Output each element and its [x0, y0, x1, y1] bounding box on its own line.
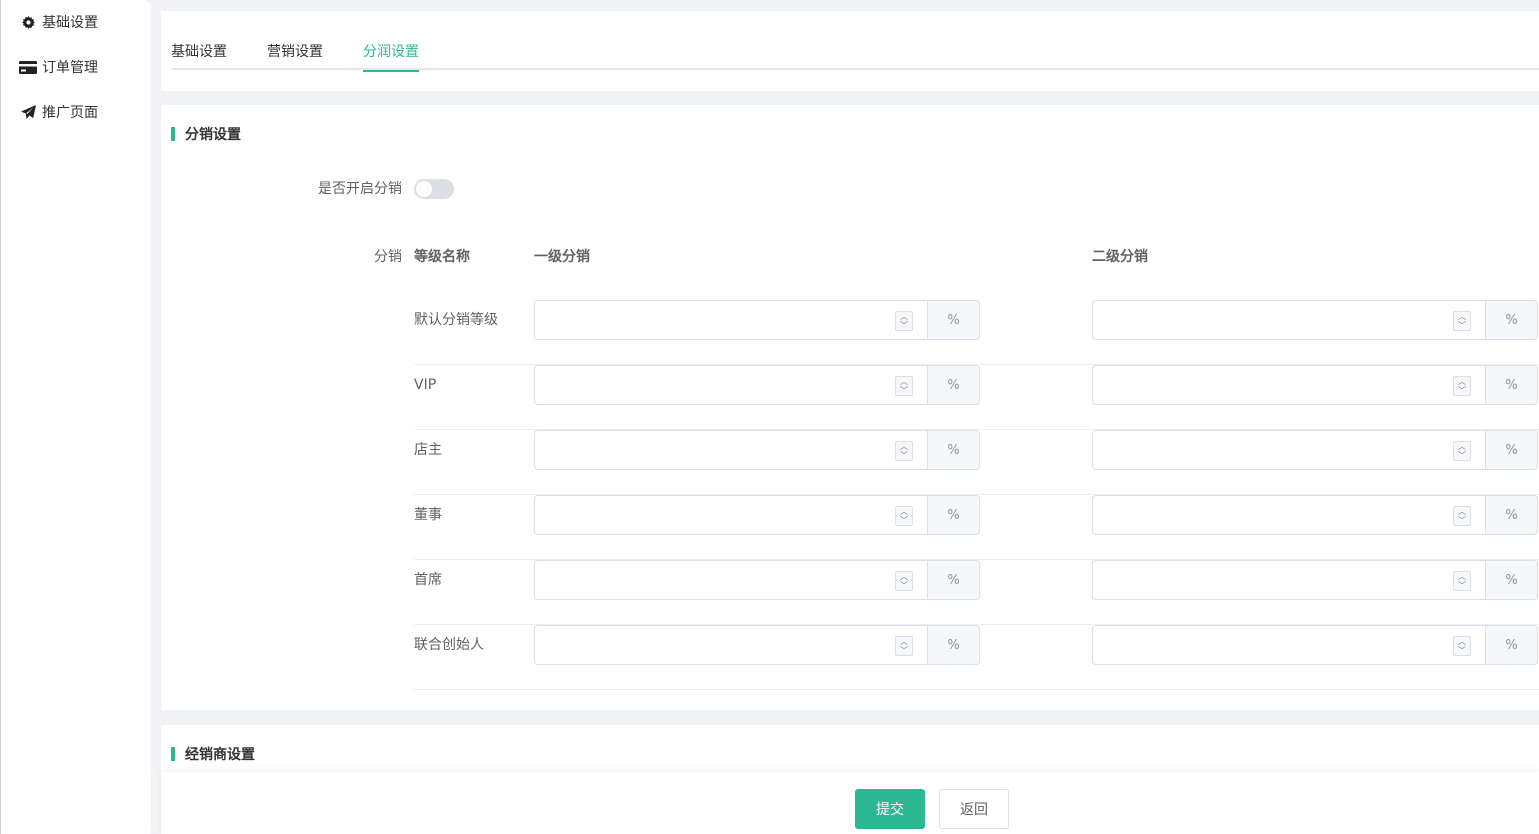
first-level-rate: ︿ ﹀ %	[534, 365, 980, 405]
first-level-rate: ︿ ﹀ %	[534, 430, 980, 470]
sidebar-item-basic-settings[interactable]: 基础设置	[19, 10, 98, 34]
stepper-icon[interactable]: ︿ ﹀	[895, 311, 913, 331]
second-level-rate: ︿ ﹀ %	[1092, 300, 1538, 340]
first-level-input[interactable]: ︿ ﹀	[534, 495, 927, 535]
first-level-input[interactable]: ︿ ﹀	[534, 365, 927, 405]
second-level-input[interactable]: ︿ ﹀	[1092, 365, 1485, 405]
stepper-icon[interactable]: ︿ ﹀	[895, 376, 913, 396]
form-footer: 提交 返回	[161, 772, 1539, 834]
gear-icon	[19, 15, 37, 29]
percent-unit: %	[927, 365, 980, 405]
second-level-input[interactable]: ︿ ﹀	[1092, 625, 1485, 665]
percent-unit: %	[927, 300, 980, 340]
section-title-text: 分销设置	[185, 127, 241, 143]
second-level-rate: ︿ ﹀ %	[1092, 495, 1538, 535]
enable-distribution-switch[interactable]	[414, 179, 454, 199]
submit-button[interactable]: 提交	[855, 789, 925, 829]
second-level-input[interactable]: ︿ ﹀	[1092, 560, 1485, 600]
percent-unit: %	[927, 625, 980, 665]
percent-unit: %	[1485, 560, 1538, 600]
stepper-icon[interactable]: ︿ ﹀	[1453, 571, 1471, 591]
stepper-icon[interactable]: ︿ ﹀	[895, 506, 913, 526]
second-level-input[interactable]: ︿ ﹀	[1092, 430, 1485, 470]
percent-unit: %	[1485, 430, 1538, 470]
first-level-rate: ︿ ﹀ %	[534, 300, 980, 340]
second-level-rate: ︿ ﹀ %	[1092, 625, 1538, 665]
section-title-text: 经销商设置	[185, 747, 255, 763]
first-level-input[interactable]: ︿ ﹀	[534, 560, 927, 600]
percent-unit: %	[1485, 495, 1538, 535]
tab-basic-settings[interactable]: 基础设置	[171, 41, 227, 70]
stepper-icon[interactable]: ︿ ﹀	[895, 441, 913, 461]
sidebar-item-label: 基础设置	[42, 15, 98, 31]
sidebar-item-order-management[interactable]: 订单管理	[19, 55, 98, 79]
enable-distribution-label: 是否开启分销	[318, 181, 402, 197]
section-title: 分销设置	[171, 126, 241, 143]
tabs-card: 基础设置 营销设置 分润设置	[161, 11, 1539, 91]
section-accent-bar	[171, 127, 175, 141]
switch-knob	[416, 181, 432, 197]
first-level-input[interactable]: ︿ ﹀	[534, 300, 927, 340]
table-row: 联合创始人 ︿ ﹀ % ︿ ﹀ %	[414, 625, 1539, 690]
first-level-rate: ︿ ﹀ %	[534, 495, 980, 535]
level-name: 首席	[414, 572, 442, 588]
second-level-rate: ︿ ﹀ %	[1092, 560, 1538, 600]
paper-plane-icon	[19, 104, 37, 120]
col-head-first-level: 一级分销	[534, 249, 590, 265]
stepper-icon[interactable]: ︿ ﹀	[1453, 636, 1471, 656]
stepper-icon[interactable]: ︿ ﹀	[895, 636, 913, 656]
percent-unit: %	[1485, 625, 1538, 665]
percent-unit: %	[927, 430, 980, 470]
table-row: 董事 ︿ ﹀ % ︿ ﹀ %	[414, 495, 1539, 560]
percent-unit: %	[1485, 365, 1538, 405]
sidebar-item-label: 推广页面	[42, 105, 98, 121]
first-level-rate: ︿ ﹀ %	[534, 625, 980, 665]
first-level-input[interactable]: ︿ ﹀	[534, 625, 927, 665]
col-head-level-name: 等级名称	[414, 249, 470, 265]
sidebar-item-promo-page[interactable]: 推广页面	[19, 100, 98, 124]
section-accent-bar	[171, 747, 175, 761]
first-level-rate: ︿ ﹀ %	[534, 560, 980, 600]
back-button[interactable]: 返回	[939, 789, 1009, 829]
tab-bar: 基础设置 营销设置 分润设置	[171, 41, 1539, 72]
sidebar-item-label: 订单管理	[42, 60, 98, 76]
section-title: 经销商设置	[171, 746, 255, 763]
level-name: 董事	[414, 507, 442, 523]
stepper-icon[interactable]: ︿ ﹀	[1453, 376, 1471, 396]
percent-unit: %	[927, 495, 980, 535]
level-name: 店主	[414, 442, 442, 458]
second-level-input[interactable]: ︿ ﹀	[1092, 300, 1485, 340]
tab-marketing-settings[interactable]: 营销设置	[267, 41, 323, 70]
tab-profit-settings[interactable]: 分润设置	[363, 41, 419, 72]
first-level-input[interactable]: ︿ ﹀	[534, 430, 927, 470]
col-head-second-level: 二级分销	[1092, 249, 1148, 265]
second-level-rate: ︿ ﹀ %	[1092, 365, 1538, 405]
level-name: 联合创始人	[414, 637, 484, 653]
table-row: 首席 ︿ ﹀ % ︿ ﹀ %	[414, 560, 1539, 625]
distribution-levels-label: 分销	[374, 249, 402, 265]
table-row: 默认分销等级 ︿ ﹀ % ︿ ﹀ %	[414, 300, 1539, 365]
level-name: VIP	[414, 377, 437, 393]
table-row: VIP ︿ ﹀ % ︿ ﹀ %	[414, 365, 1539, 430]
distribution-settings-card: 分销设置 是否开启分销 分销 等级名称 一级分销 二级分销 默认分销等级 ︿ ﹀ …	[161, 105, 1539, 710]
stepper-icon[interactable]: ︿ ﹀	[1453, 311, 1471, 331]
table-row: 店主 ︿ ﹀ % ︿ ﹀ %	[414, 430, 1539, 495]
credit-card-icon	[19, 60, 37, 74]
sidebar: 基础设置 订单管理 推广页面	[0, 0, 151, 834]
percent-unit: %	[1485, 300, 1538, 340]
percent-unit: %	[927, 560, 980, 600]
stepper-icon[interactable]: ︿ ﹀	[895, 571, 913, 591]
level-name: 默认分销等级	[414, 312, 498, 328]
stepper-icon[interactable]: ︿ ﹀	[1453, 506, 1471, 526]
stepper-icon[interactable]: ︿ ﹀	[1453, 441, 1471, 461]
second-level-rate: ︿ ﹀ %	[1092, 430, 1538, 470]
second-level-input[interactable]: ︿ ﹀	[1092, 495, 1485, 535]
